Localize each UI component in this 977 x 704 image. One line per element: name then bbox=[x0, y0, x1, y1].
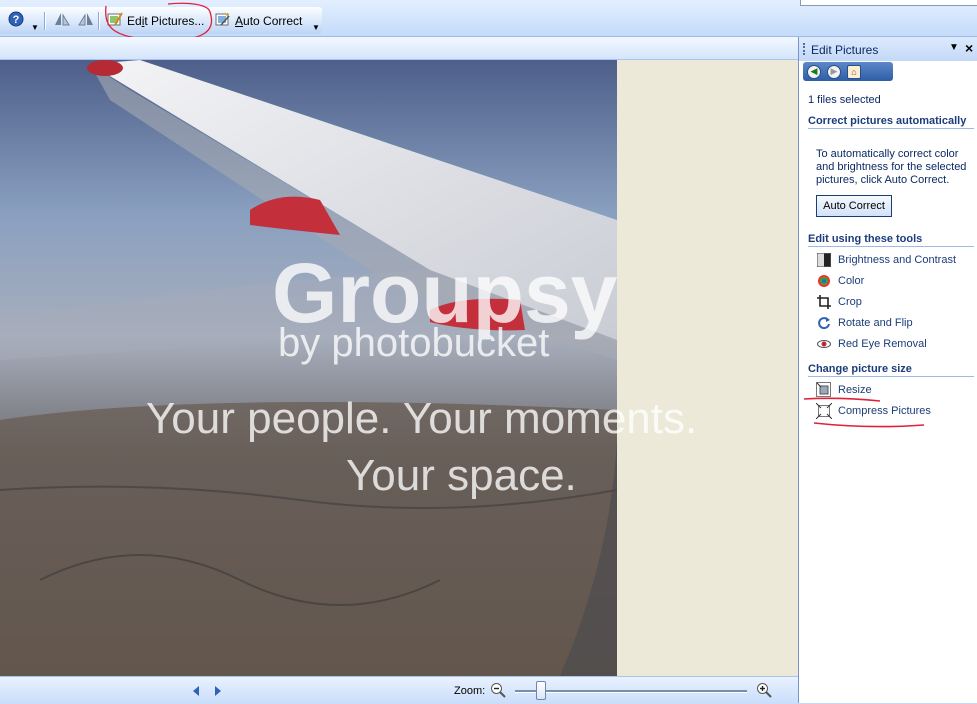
section-change-size: Change picture size bbox=[808, 363, 974, 377]
brightness-icon bbox=[816, 252, 832, 268]
section-correct-auto: Correct pictures automatically bbox=[808, 115, 974, 129]
tool-brightness-contrast[interactable]: Brightness and Contrast bbox=[816, 252, 956, 268]
rotate-left-button[interactable] bbox=[50, 10, 74, 31]
task-pane-menu-arrow[interactable]: ▼ bbox=[949, 42, 959, 53]
rotate-right-button[interactable] bbox=[74, 10, 98, 31]
zoom-slider-thumb[interactable] bbox=[535, 681, 546, 700]
tool-crop[interactable]: Crop bbox=[816, 294, 862, 310]
picture-viewer: Groupsy by photobucket Your people. Your… bbox=[0, 37, 798, 704]
tool-compress-pictures[interactable]: Compress Pictures bbox=[816, 403, 931, 419]
zoom-slider-track[interactable] bbox=[515, 690, 747, 693]
edit-pictures-icon bbox=[107, 11, 123, 30]
compress-icon bbox=[816, 403, 832, 419]
zoom-in-button[interactable] bbox=[756, 682, 772, 698]
svg-text:?: ? bbox=[13, 14, 20, 26]
previous-picture-button[interactable] bbox=[190, 685, 202, 697]
top-right-field[interactable] bbox=[800, 0, 977, 6]
back-icon[interactable]: ◀ bbox=[807, 64, 821, 79]
toolbar-strip: ? ▼ Edit Pictures... Auto Correct ▼ bbox=[0, 7, 322, 34]
help-button[interactable]: ? bbox=[5, 10, 27, 31]
arrow-left-icon bbox=[193, 686, 199, 696]
color-icon bbox=[816, 273, 832, 289]
tool-label: Brightness and Contrast bbox=[838, 254, 957, 266]
zoom-label: Zoom: bbox=[454, 685, 486, 697]
drag-grip-icon[interactable] bbox=[803, 43, 807, 55]
rotate-flip-icon bbox=[816, 315, 832, 331]
task-pane-nav: ◀ ▶ ⌂ bbox=[803, 62, 893, 81]
auto-correct-icon bbox=[215, 11, 231, 30]
section-edit-tools: Edit using these tools bbox=[808, 233, 974, 247]
home-icon[interactable]: ⌂ bbox=[847, 64, 861, 79]
tool-label: Crop bbox=[838, 296, 862, 308]
tool-resize[interactable]: Resize bbox=[816, 382, 872, 398]
red-eye-icon bbox=[816, 336, 832, 352]
rotate-left-icon bbox=[53, 11, 71, 30]
edit-pictures-task-pane: Edit Pictures ▼ × ◀ ▶ ⌂ 1 files selected… bbox=[798, 37, 977, 703]
rotate-right-icon bbox=[77, 11, 95, 30]
auto-correct-panel-button[interactable]: Auto Correct bbox=[816, 195, 892, 217]
photo-image bbox=[0, 60, 617, 676]
tool-color[interactable]: Color bbox=[816, 273, 864, 289]
edit-pictures-label: Edit Pictures... bbox=[127, 13, 205, 28]
auto-correct-label: Auto Correct bbox=[235, 13, 303, 28]
close-icon[interactable]: × bbox=[965, 40, 973, 56]
zoom-in-icon bbox=[757, 683, 772, 698]
arrow-right-icon bbox=[215, 686, 221, 696]
status-bar: Zoom: bbox=[0, 676, 798, 704]
toolbar-separator bbox=[44, 12, 46, 30]
edit-pictures-button[interactable]: Edit Pictures... bbox=[104, 10, 207, 31]
tool-label: Color bbox=[838, 275, 865, 287]
viewer-header bbox=[0, 37, 798, 60]
forward-icon[interactable]: ▶ bbox=[827, 64, 841, 79]
help-icon: ? bbox=[8, 11, 24, 30]
resize-icon bbox=[816, 382, 832, 398]
help-dropdown-arrow[interactable]: ▼ bbox=[31, 23, 39, 32]
zoom-out-icon bbox=[491, 683, 506, 698]
toolbar-separator bbox=[98, 12, 100, 30]
task-pane-title: Edit Pictures bbox=[811, 43, 879, 57]
tool-label: Rotate and Flip bbox=[838, 317, 913, 329]
auto-correct-button[interactable]: Auto Correct bbox=[212, 10, 305, 31]
auto-correct-description: To automatically correct color and brigh… bbox=[816, 148, 967, 186]
next-picture-button[interactable] bbox=[212, 685, 224, 697]
zoom-out-button[interactable] bbox=[490, 682, 506, 698]
tool-label: Red Eye Removal bbox=[838, 338, 927, 350]
toolbar: ? ▼ Edit Pictures... Auto Correct ▼ bbox=[0, 0, 977, 37]
toolbar-options-arrow[interactable]: ▼ bbox=[312, 23, 320, 32]
picture-canvas: Groupsy by photobucket Your people. Your… bbox=[0, 60, 798, 676]
task-pane-header: Edit Pictures ▼ × bbox=[799, 37, 977, 61]
tool-rotate-flip[interactable]: Rotate and Flip bbox=[816, 315, 913, 331]
tool-label: Compress Pictures bbox=[838, 405, 931, 417]
tool-label: Resize bbox=[838, 384, 872, 396]
files-selected-text: 1 files selected bbox=[808, 94, 881, 106]
crop-icon bbox=[816, 294, 832, 310]
tool-red-eye-removal[interactable]: Red Eye Removal bbox=[816, 336, 927, 352]
